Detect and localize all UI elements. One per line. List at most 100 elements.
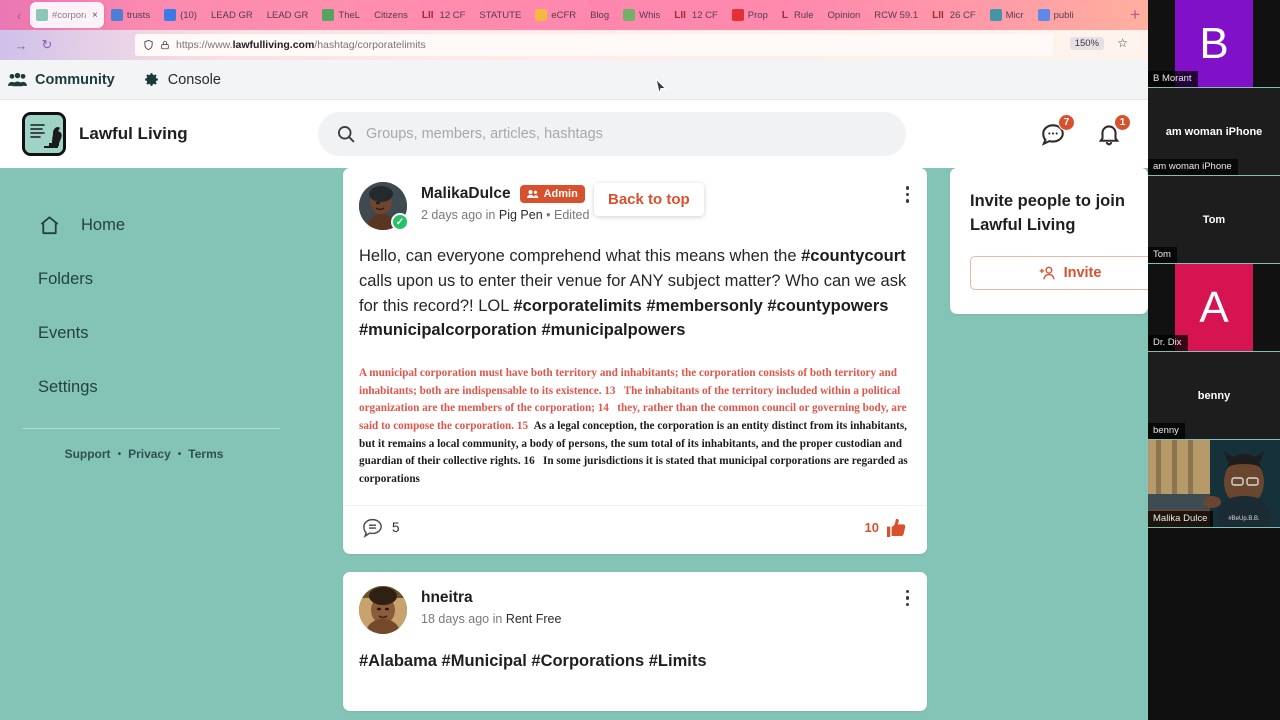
browser-tab[interactable]: LII 12 CF bbox=[415, 2, 473, 28]
sidebar-item-settings[interactable]: Settings bbox=[0, 360, 318, 414]
tab-label: TheL bbox=[338, 9, 361, 21]
post-author[interactable]: MalikaDulce bbox=[421, 185, 511, 203]
post-edited-label: Edited bbox=[554, 208, 590, 222]
privacy-link[interactable]: Privacy bbox=[128, 447, 171, 461]
like-group[interactable]: 10 bbox=[865, 516, 909, 540]
browser-tab[interactable]: L Rule bbox=[775, 2, 821, 28]
tab-label: publi bbox=[1053, 9, 1074, 21]
terms-link[interactable]: Terms bbox=[188, 447, 223, 461]
browser-tab[interactable]: (10) bbox=[157, 2, 204, 28]
sidebar-item-events[interactable]: Events bbox=[0, 306, 318, 360]
people-group-icon bbox=[8, 72, 27, 87]
tab-favicon-icon bbox=[535, 9, 548, 21]
browser-tab[interactable]: LEAD GR bbox=[204, 2, 260, 28]
new-tab-button[interactable]: + bbox=[1130, 5, 1140, 25]
support-link[interactable]: Support bbox=[65, 447, 111, 461]
kebab-menu-icon[interactable] bbox=[904, 184, 912, 205]
tab-favicon-icon bbox=[36, 9, 48, 21]
post-author-row: MalikaDulce Admin bbox=[421, 185, 589, 203]
browser-tab[interactable]: LEAD GR bbox=[260, 2, 316, 28]
browser-tab[interactable]: STATUTE bbox=[472, 2, 528, 28]
search-container bbox=[318, 112, 906, 156]
search-input[interactable] bbox=[318, 112, 906, 156]
invite-button[interactable]: Invite bbox=[970, 255, 1170, 290]
tab-favicon-icon bbox=[623, 9, 636, 21]
forward-arrow-icon[interactable]: → bbox=[8, 38, 34, 53]
comment-button[interactable]: 5 bbox=[361, 516, 400, 539]
post-sep: • bbox=[546, 208, 551, 222]
brand[interactable]: Lawful Living bbox=[0, 112, 318, 156]
comment-count: 5 bbox=[392, 520, 400, 536]
browser-tab[interactable]: eCFR bbox=[528, 2, 583, 28]
browser-tab[interactable]: LII 12 CF bbox=[667, 2, 725, 28]
back-to-top-button[interactable]: Back to top bbox=[594, 183, 704, 216]
tab-label: Micr bbox=[1005, 9, 1024, 21]
post-group-link[interactable]: Rent Free bbox=[506, 612, 562, 626]
chess-knight-document-logo bbox=[22, 112, 66, 156]
tab-label: Whis bbox=[639, 9, 661, 21]
video-participant-tile[interactable]: BB Morant bbox=[1148, 0, 1280, 88]
tab-label: Blog bbox=[590, 9, 610, 21]
tab-prefix: LII bbox=[932, 9, 944, 21]
browser-tab[interactable]: Micr bbox=[983, 2, 1031, 28]
post-subtitle: 2 days ago in Pig Pen • Edited bbox=[421, 208, 589, 222]
browser-tab[interactable]: publi bbox=[1031, 2, 1081, 28]
browser-tab[interactable]: TheL bbox=[315, 2, 367, 28]
notifications-button[interactable]: 1 bbox=[1096, 114, 1131, 147]
video-participant-tile[interactable]: Tom Tom bbox=[1148, 176, 1280, 264]
tab-favicon-icon bbox=[164, 9, 177, 21]
right-sidebar: Invite people to join Lawful Living Invi… bbox=[950, 168, 1170, 314]
browser-tab[interactable]: Blog bbox=[583, 2, 616, 28]
topnav-community-label: Community bbox=[35, 71, 115, 88]
site-header: Lawful Living 7 1 bbox=[0, 100, 1148, 168]
browser-tab[interactable]: #corporatelimits × bbox=[30, 2, 104, 28]
tab-label: 12 CF bbox=[691, 9, 718, 21]
tab-favicon-icon bbox=[731, 9, 744, 21]
browser-url-bar: → ↻ https://www.lawfulliving.com/hashtag… bbox=[0, 30, 1148, 60]
tab-label: LEAD GR bbox=[266, 9, 309, 21]
browser-tab[interactable]: Prop bbox=[725, 2, 775, 28]
post-group-link[interactable]: Pig Pen bbox=[499, 208, 543, 222]
video-participant-tile[interactable]: am woman iPhone am woman iPhone bbox=[1148, 88, 1280, 176]
avatar[interactable] bbox=[359, 585, 407, 634]
browser-tab[interactable]: Opinion bbox=[821, 2, 868, 28]
tab-label: Prop bbox=[747, 9, 768, 21]
post-text-part: Hello, can everyone comprehend what this… bbox=[359, 247, 802, 265]
tab-label: trusts bbox=[126, 9, 151, 21]
topnav-community[interactable]: Community bbox=[8, 72, 115, 88]
video-participant-tile[interactable]: benny benny bbox=[1148, 352, 1280, 440]
video-participant-tile[interactable]: A Dr. Dix bbox=[1148, 264, 1280, 352]
participant-center-name: benny bbox=[1197, 389, 1231, 402]
reload-icon[interactable]: ↻ bbox=[34, 37, 60, 53]
browser-tab[interactable]: LII 26 CF bbox=[925, 2, 983, 28]
post-meta: hneitra 18 days ago in Rent Free bbox=[407, 586, 561, 626]
post-author[interactable]: hneitra bbox=[421, 589, 473, 607]
topnav-console[interactable]: Console bbox=[143, 71, 221, 88]
tab-prefix: LII bbox=[674, 9, 686, 21]
tab-close-icon[interactable]: × bbox=[92, 10, 98, 21]
sidebar-item-home[interactable]: Home bbox=[0, 198, 318, 252]
avatar[interactable]: ✓ bbox=[359, 182, 409, 231]
zoom-level-indicator[interactable]: 150% bbox=[1069, 37, 1104, 50]
sidebar-item-folders[interactable]: Folders bbox=[0, 252, 318, 306]
kebab-menu-icon[interactable] bbox=[904, 588, 912, 609]
browser-tab[interactable]: trusts bbox=[104, 2, 157, 28]
tabstrip-scroll-left-icon[interactable]: ‹ bbox=[8, 2, 30, 28]
sidebar: Home Folders Events Settings Support • P… bbox=[0, 168, 318, 461]
browser-tab[interactable]: Citizens bbox=[367, 2, 415, 28]
page-body: Home Folders Events Settings Support • P… bbox=[0, 168, 1170, 720]
people-icon bbox=[526, 190, 538, 198]
post-hashtag[interactable]: #countycourt bbox=[801, 247, 906, 265]
site-top-bar: Community Console bbox=[0, 60, 1148, 100]
thumbs-up-icon[interactable] bbox=[885, 516, 909, 540]
video-participant-tile[interactable]: #BeUp.B.B. Malika Dulce bbox=[1148, 440, 1280, 528]
browser-tab[interactable]: RCW 59.1 bbox=[867, 2, 925, 28]
url-input[interactable]: https://www.lawfulliving.com/hashtag/cor… bbox=[135, 34, 1053, 56]
tab-label: (10) bbox=[180, 9, 197, 21]
bookmark-star-icon[interactable]: ☆ bbox=[1117, 36, 1128, 50]
status-badge-admin: Admin bbox=[519, 185, 585, 203]
browser-tab-strip: ‹ #corporatelimits × trusts (10) LEAD GR LEAD… bbox=[0, 0, 1148, 30]
post-card: hneitra 18 days ago in Rent Free #Alabam… bbox=[343, 571, 927, 711]
messages-button[interactable]: 7 bbox=[1040, 114, 1075, 147]
browser-tab[interactable]: Whis bbox=[616, 2, 667, 28]
